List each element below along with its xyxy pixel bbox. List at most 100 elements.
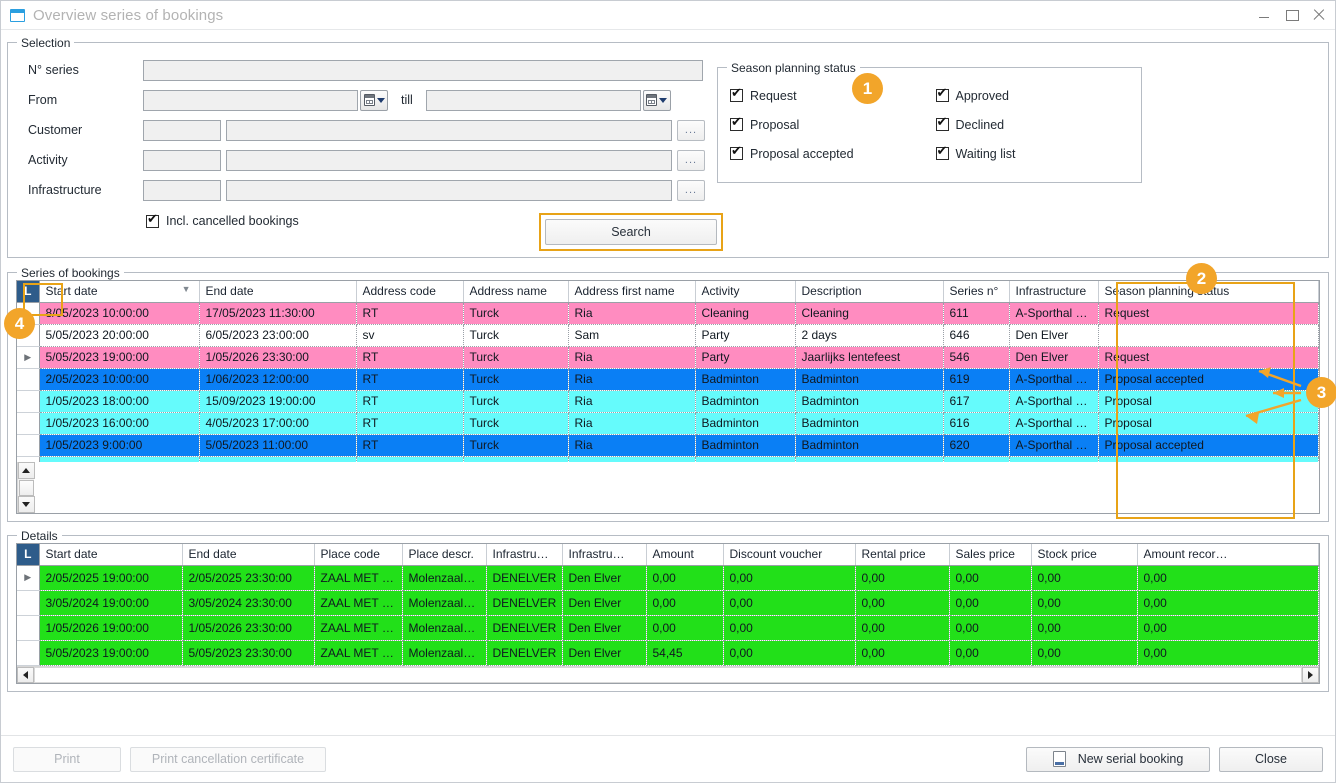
- table-cell[interactable]: 5/05/2023 23:30:00: [182, 640, 314, 665]
- checkbox-declined[interactable]: Declined: [936, 110, 1142, 139]
- table-cell[interactable]: Request: [1098, 346, 1319, 368]
- to-calendar-button[interactable]: [643, 90, 671, 111]
- table-cell[interactable]: 8/05/2023 10:00:00: [39, 302, 199, 324]
- checkbox-proposal-accepted[interactable]: Proposal accepted: [730, 139, 936, 168]
- table-cell[interactable]: 24/04/2023 15:00:00: [39, 456, 199, 462]
- to-date-input[interactable]: [426, 90, 641, 111]
- dcol-place-descr[interactable]: Place descr.: [402, 544, 486, 565]
- customer-name-input[interactable]: [226, 120, 672, 141]
- row-indicator[interactable]: [17, 590, 39, 615]
- table-cell[interactable]: Badminton: [795, 412, 943, 434]
- table-cell[interactable]: Ria: [568, 390, 695, 412]
- col-activity[interactable]: Activity: [695, 281, 795, 302]
- table-row[interactable]: 2/05/2023 10:00:001/06/2023 12:00:00RTTu…: [17, 368, 1319, 390]
- col-series-no[interactable]: Series n°: [943, 281, 1009, 302]
- col-address-code[interactable]: Address code: [356, 281, 463, 302]
- from-date-input[interactable]: [143, 90, 358, 111]
- table-cell[interactable]: 0,00: [723, 565, 855, 590]
- dcol-place-code[interactable]: Place code: [314, 544, 402, 565]
- new-serial-booking-button[interactable]: New serial booking: [1026, 747, 1210, 772]
- table-cell[interactable]: 620: [943, 434, 1009, 456]
- table-cell[interactable]: 15/09/2023 19:00:00: [199, 390, 356, 412]
- dcol-amount[interactable]: Amount: [646, 544, 723, 565]
- table-cell[interactable]: 15/05/2023 16:00:00: [199, 456, 356, 462]
- table-cell[interactable]: 0,00: [1031, 640, 1137, 665]
- activity-name-input[interactable]: [226, 150, 672, 171]
- table-cell[interactable]: 0,00: [1137, 590, 1319, 615]
- table-row[interactable]: 5/05/2023 20:00:006/05/2023 23:00:00svTu…: [17, 324, 1319, 346]
- table-cell[interactable]: 3/05/2024 23:30:00: [182, 590, 314, 615]
- table-cell[interactable]: Proposal: [1098, 456, 1319, 462]
- table-cell[interactable]: sv: [356, 324, 463, 346]
- table-row[interactable]: 1/05/2023 18:00:0015/09/2023 19:00:00RTT…: [17, 390, 1319, 412]
- row-indicator[interactable]: [17, 434, 39, 456]
- table-cell[interactable]: 1/05/2023 9:00:00: [39, 434, 199, 456]
- table-cell[interactable]: RT: [356, 390, 463, 412]
- table-cell[interactable]: 0,00: [1031, 590, 1137, 615]
- table-cell[interactable]: Badminton: [795, 390, 943, 412]
- dcol-rental-price[interactable]: Rental price: [855, 544, 949, 565]
- table-row[interactable]: 3/05/2024 19:00:003/05/2024 23:30:00ZAAL…: [17, 590, 1319, 615]
- scroll-up-button[interactable]: [18, 462, 35, 479]
- table-row[interactable]: 5/05/2023 19:00:005/05/2023 23:30:00ZAAL…: [17, 640, 1319, 665]
- table-cell[interactable]: Proposal: [1098, 412, 1319, 434]
- table-cell[interactable]: RT: [356, 434, 463, 456]
- close-button[interactable]: Close: [1219, 747, 1323, 772]
- dcol-sales-price[interactable]: Sales price: [949, 544, 1031, 565]
- table-cell[interactable]: Molenzaal…: [402, 615, 486, 640]
- waiting-list-checkbox[interactable]: [936, 147, 949, 160]
- table-cell[interactable]: Turck: [463, 434, 568, 456]
- dcol-infrastructure-name[interactable]: Infrastru…: [562, 544, 646, 565]
- table-cell[interactable]: 54,45: [646, 640, 723, 665]
- close-icon[interactable]: [1312, 8, 1326, 22]
- series-vertical-scrollbar[interactable]: [17, 462, 34, 513]
- table-cell[interactable]: City hall: [1009, 456, 1098, 462]
- table-cell[interactable]: 5/05/2023 19:00:00: [39, 346, 199, 368]
- checkbox-request[interactable]: Request: [730, 81, 936, 110]
- table-cell[interactable]: 616: [943, 412, 1009, 434]
- table-cell[interactable]: RT: [356, 302, 463, 324]
- dcol-end-date[interactable]: End date: [182, 544, 314, 565]
- table-cell[interactable]: Lunch: [695, 456, 795, 462]
- table-cell[interactable]: Turck: [463, 346, 568, 368]
- table-cell[interactable]: Party: [695, 324, 795, 346]
- table-cell[interactable]: DENELVER: [486, 590, 562, 615]
- dcol-start-date[interactable]: Start date: [39, 544, 182, 565]
- table-cell[interactable]: Den Elver: [562, 590, 646, 615]
- table-cell[interactable]: 0,00: [1137, 565, 1319, 590]
- table-cell[interactable]: 0,00: [1031, 615, 1137, 640]
- table-cell[interactable]: RT: [356, 368, 463, 390]
- infrastructure-code-input[interactable]: [143, 180, 221, 201]
- table-cell[interactable]: 0,00: [646, 615, 723, 640]
- print-cancellation-certificate-button[interactable]: Print cancellation certificate: [130, 747, 326, 772]
- table-cell[interactable]: Gary: [463, 456, 568, 462]
- table-cell[interactable]: RT: [356, 346, 463, 368]
- table-cell[interactable]: ZAAL MET …: [314, 590, 402, 615]
- table-cell[interactable]: 546: [943, 346, 1009, 368]
- table-cell[interactable]: Turck: [463, 390, 568, 412]
- table-cell[interactable]: Jaarlijks lentefeest: [795, 346, 943, 368]
- table-cell[interactable]: 0,00: [1137, 640, 1319, 665]
- table-cell[interactable]: 5/05/2023 19:00:00: [39, 640, 182, 665]
- approved-checkbox[interactable]: [936, 89, 949, 102]
- table-cell[interactable]: 0,00: [723, 615, 855, 640]
- activity-code-input[interactable]: [143, 150, 221, 171]
- details-lcol-header[interactable]: L: [17, 544, 39, 565]
- table-cell[interactable]: Ria: [568, 302, 695, 324]
- table-cell[interactable]: DENELVER: [486, 565, 562, 590]
- row-indicator[interactable]: [17, 615, 39, 640]
- scroll-right-button[interactable]: [1302, 667, 1319, 683]
- dcol-amount-recorded[interactable]: Amount recor…: [1137, 544, 1319, 565]
- table-cell[interactable]: ZAAL MET …: [314, 640, 402, 665]
- table-cell[interactable]: 0,00: [949, 615, 1031, 640]
- table-cell[interactable]: 1/05/2023 16:00:00: [39, 412, 199, 434]
- table-cell[interactable]: Den Elver: [562, 640, 646, 665]
- table-cell[interactable]: Cleaning: [695, 302, 795, 324]
- table-cell[interactable]: Den Elver: [562, 565, 646, 590]
- table-cell[interactable]: 1/05/2026 19:00:00: [39, 615, 182, 640]
- table-cell[interactable]: Ria: [568, 412, 695, 434]
- table-cell[interactable]: Den Elver: [1009, 324, 1098, 346]
- table-row[interactable]: 24/04/2023 15:00:0015/05/2023 16:00:00S_…: [17, 456, 1319, 462]
- table-cell[interactable]: Badminton: [695, 412, 795, 434]
- table-cell[interactable]: Badminton: [695, 368, 795, 390]
